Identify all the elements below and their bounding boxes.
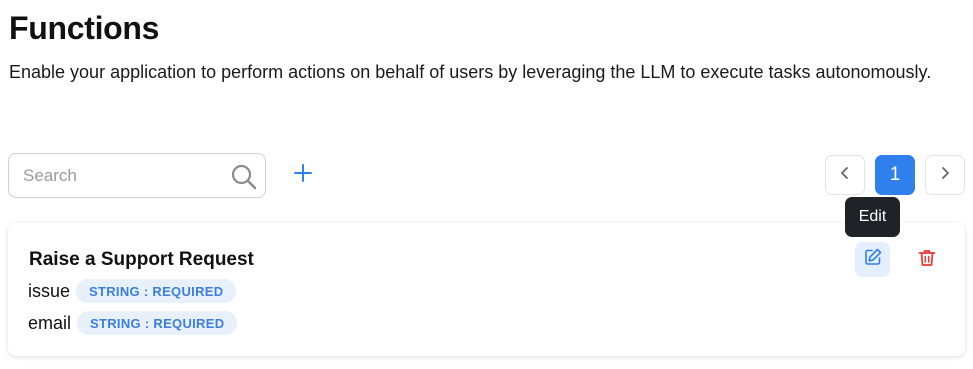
chevron-left-icon (838, 166, 852, 185)
function-param: email STRING : REQUIRED (28, 311, 238, 335)
function-param: issue STRING : REQUIRED (28, 279, 237, 303)
pagination-next-button[interactable] (925, 155, 965, 195)
search-box[interactable] (8, 153, 266, 198)
plus-icon (293, 163, 313, 188)
chevron-right-icon (938, 166, 952, 185)
param-name: issue (28, 280, 71, 301)
search-input[interactable] (23, 164, 223, 188)
function-name: Raise a Support Request (29, 249, 254, 270)
delete-button[interactable] (913, 246, 941, 274)
param-type-badge: STRING : REQUIRED (76, 279, 237, 303)
pagination-prev-button[interactable] (825, 155, 865, 195)
search-icon[interactable] (230, 163, 258, 191)
edit-icon (863, 247, 883, 272)
page-description: Enable your application to perform actio… (9, 62, 932, 82)
trash-icon (917, 248, 937, 273)
edit-tooltip: Edit (845, 197, 900, 237)
function-card: Raise a Support Request issue STRING : R… (8, 223, 965, 356)
param-type-badge: STRING : REQUIRED (77, 311, 238, 335)
edit-button[interactable] (855, 242, 890, 277)
pagination-page-button[interactable]: 1 (875, 155, 915, 195)
param-name: email (28, 312, 72, 333)
page-title: Functions (9, 10, 160, 46)
add-function-button[interactable] (289, 161, 317, 189)
functions-page: Functions Enable your application to per… (0, 0, 973, 369)
